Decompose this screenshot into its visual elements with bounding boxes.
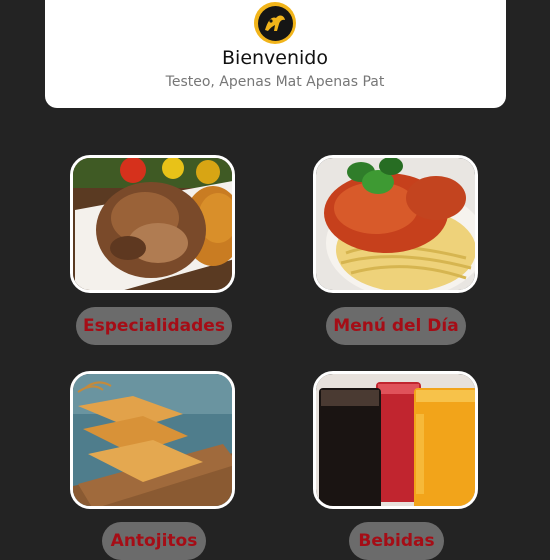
menu-del-dia-button[interactable]: Menú del Día [326,307,466,345]
logo-mark [257,5,293,41]
logo [254,2,296,44]
menu-del-dia-image[interactable] [313,155,478,293]
especialidades-image[interactable] [70,155,235,293]
user-name: Testeo, Apenas Mat Apenas Pat [165,74,385,90]
bebidas-image[interactable] [313,371,478,509]
antojitos-button[interactable]: Antojitos [102,522,206,560]
welcome-title: Bienvenido [222,47,328,69]
antojitos-image[interactable] [70,371,235,509]
especialidades-button[interactable]: Especialidades [76,307,232,345]
bebidas-button[interactable]: Bebidas [349,522,444,560]
